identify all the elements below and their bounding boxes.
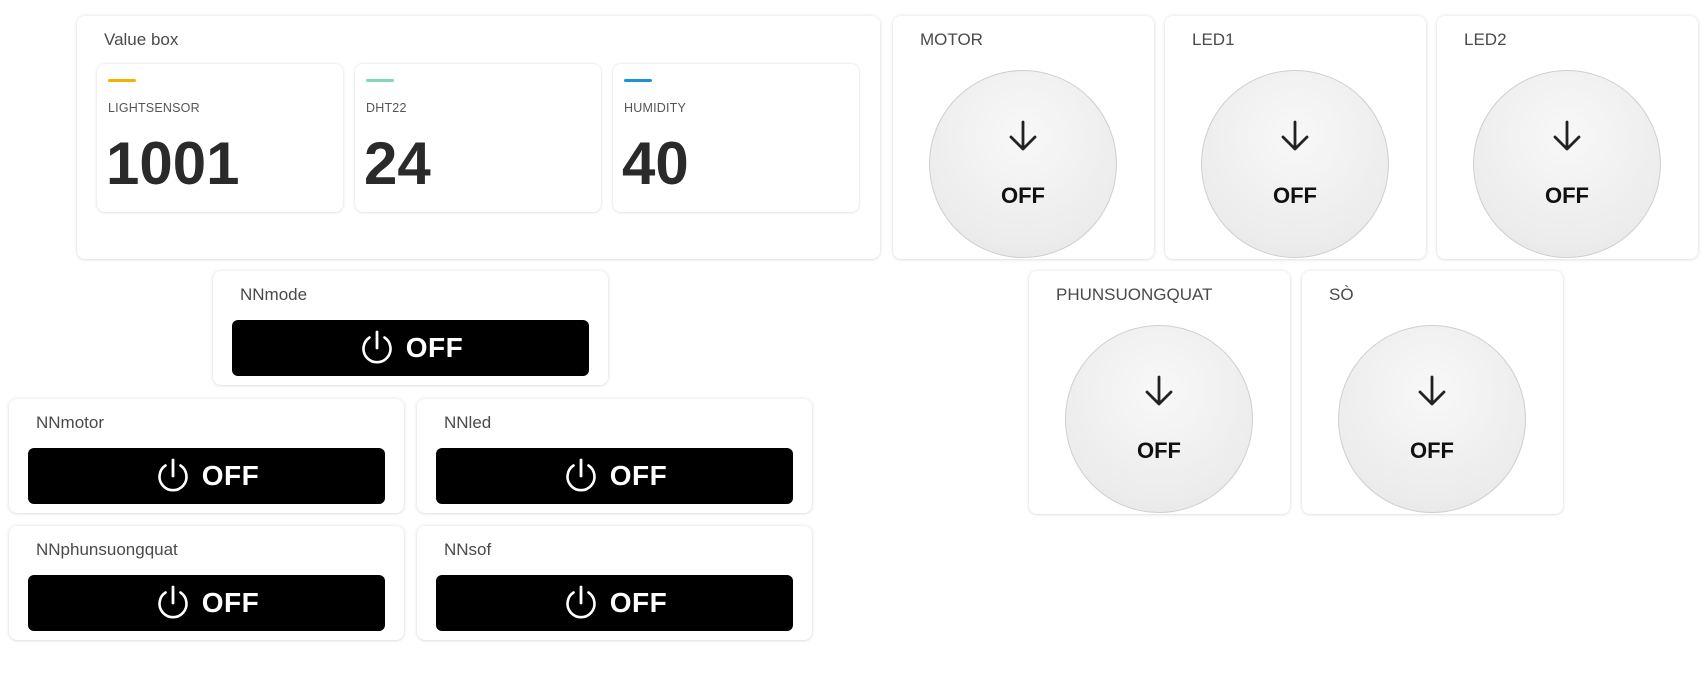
phunsuongquat-toggle-button[interactable]: OFF <box>1065 325 1253 513</box>
led2-state: OFF <box>1545 183 1589 208</box>
motor-title: MOTOR <box>920 30 983 49</box>
nnled-card: NNled OFF <box>417 399 812 513</box>
nnmotor-state: OFF <box>201 460 260 491</box>
nnled-state: OFF <box>609 460 668 491</box>
nnled-title: NNled <box>444 413 492 432</box>
led1-toggle-button[interactable]: OFF <box>1201 70 1389 258</box>
nnphunsuongquat-switch[interactable]: OFF <box>28 575 385 631</box>
value-box-card: Value box LIGHTSENSOR 1001 DHT22 24 HUMI… <box>77 16 880 259</box>
led1-title: LED1 <box>1192 30 1235 49</box>
motor-toggle-button[interactable]: OFF <box>929 70 1117 258</box>
humidity-value-card: HUMIDITY 40 <box>613 64 859 212</box>
nnmode-state: OFF <box>405 332 464 363</box>
so-card: SÒ OFF <box>1302 271 1563 514</box>
arrow-down-icon <box>1009 120 1037 151</box>
motor-state: OFF <box>1001 183 1045 208</box>
nnsof-title: NNsof <box>444 540 492 559</box>
power-icon <box>362 330 392 364</box>
arrow-down-icon <box>1145 375 1173 406</box>
value-box-title: Value box <box>104 30 179 49</box>
nnmotor-title: NNmotor <box>36 413 105 432</box>
so-toggle-button[interactable]: OFF <box>1338 325 1526 513</box>
nnphunsuongquat-state: OFF <box>201 587 260 618</box>
humidity-accent <box>624 79 652 82</box>
dht22-value: 24 <box>364 130 431 197</box>
lightsensor-accent <box>108 79 136 82</box>
led2-card: LED2 OFF <box>1437 16 1698 259</box>
nnsof-switch[interactable]: OFF <box>436 575 793 631</box>
nnled-switch[interactable]: OFF <box>436 448 793 504</box>
arrow-down-icon <box>1553 120 1581 151</box>
humidity-value: 40 <box>622 130 689 197</box>
power-icon <box>566 585 596 619</box>
arrow-down-icon <box>1281 120 1309 151</box>
power-icon <box>566 458 596 492</box>
so-title: SÒ <box>1329 285 1354 304</box>
nnmode-card: NNmode OFF <box>213 271 608 385</box>
led1-card: LED1 OFF <box>1165 16 1426 259</box>
phunsuongquat-title: PHUNSUONGQUAT <box>1056 285 1213 304</box>
lightsensor-value: 1001 <box>106 130 240 197</box>
power-icon <box>158 458 188 492</box>
dht22-value-card: DHT22 24 <box>355 64 601 212</box>
nnmotor-card: NNmotor OFF <box>9 399 404 513</box>
dht22-accent <box>366 79 394 82</box>
phunsuongquat-card: PHUNSUONGQUAT OFF <box>1029 271 1290 514</box>
nnsof-card: NNsof OFF <box>417 526 812 640</box>
arrow-down-icon <box>1418 375 1446 406</box>
humidity-label: HUMIDITY <box>624 101 687 115</box>
lightsensor-label: LIGHTSENSOR <box>108 101 200 115</box>
lightsensor-value-card: LIGHTSENSOR 1001 <box>97 64 343 212</box>
led2-toggle-button[interactable]: OFF <box>1473 70 1661 258</box>
power-icon <box>158 585 188 619</box>
phunsuongquat-state: OFF <box>1137 438 1181 463</box>
nnmode-switch[interactable]: OFF <box>232 320 589 376</box>
nnmode-title: NNmode <box>240 285 308 304</box>
motor-card: MOTOR OFF <box>893 16 1154 259</box>
nnsof-state: OFF <box>609 587 668 618</box>
led1-state: OFF <box>1273 183 1317 208</box>
dht22-label: DHT22 <box>366 101 407 115</box>
led2-title: LED2 <box>1464 30 1507 49</box>
nnphunsuongquat-title: NNphunsuongquat <box>36 540 178 559</box>
so-state: OFF <box>1410 438 1454 463</box>
nnmotor-switch[interactable]: OFF <box>28 448 385 504</box>
nnphunsuongquat-card: NNphunsuongquat OFF <box>9 526 404 640</box>
